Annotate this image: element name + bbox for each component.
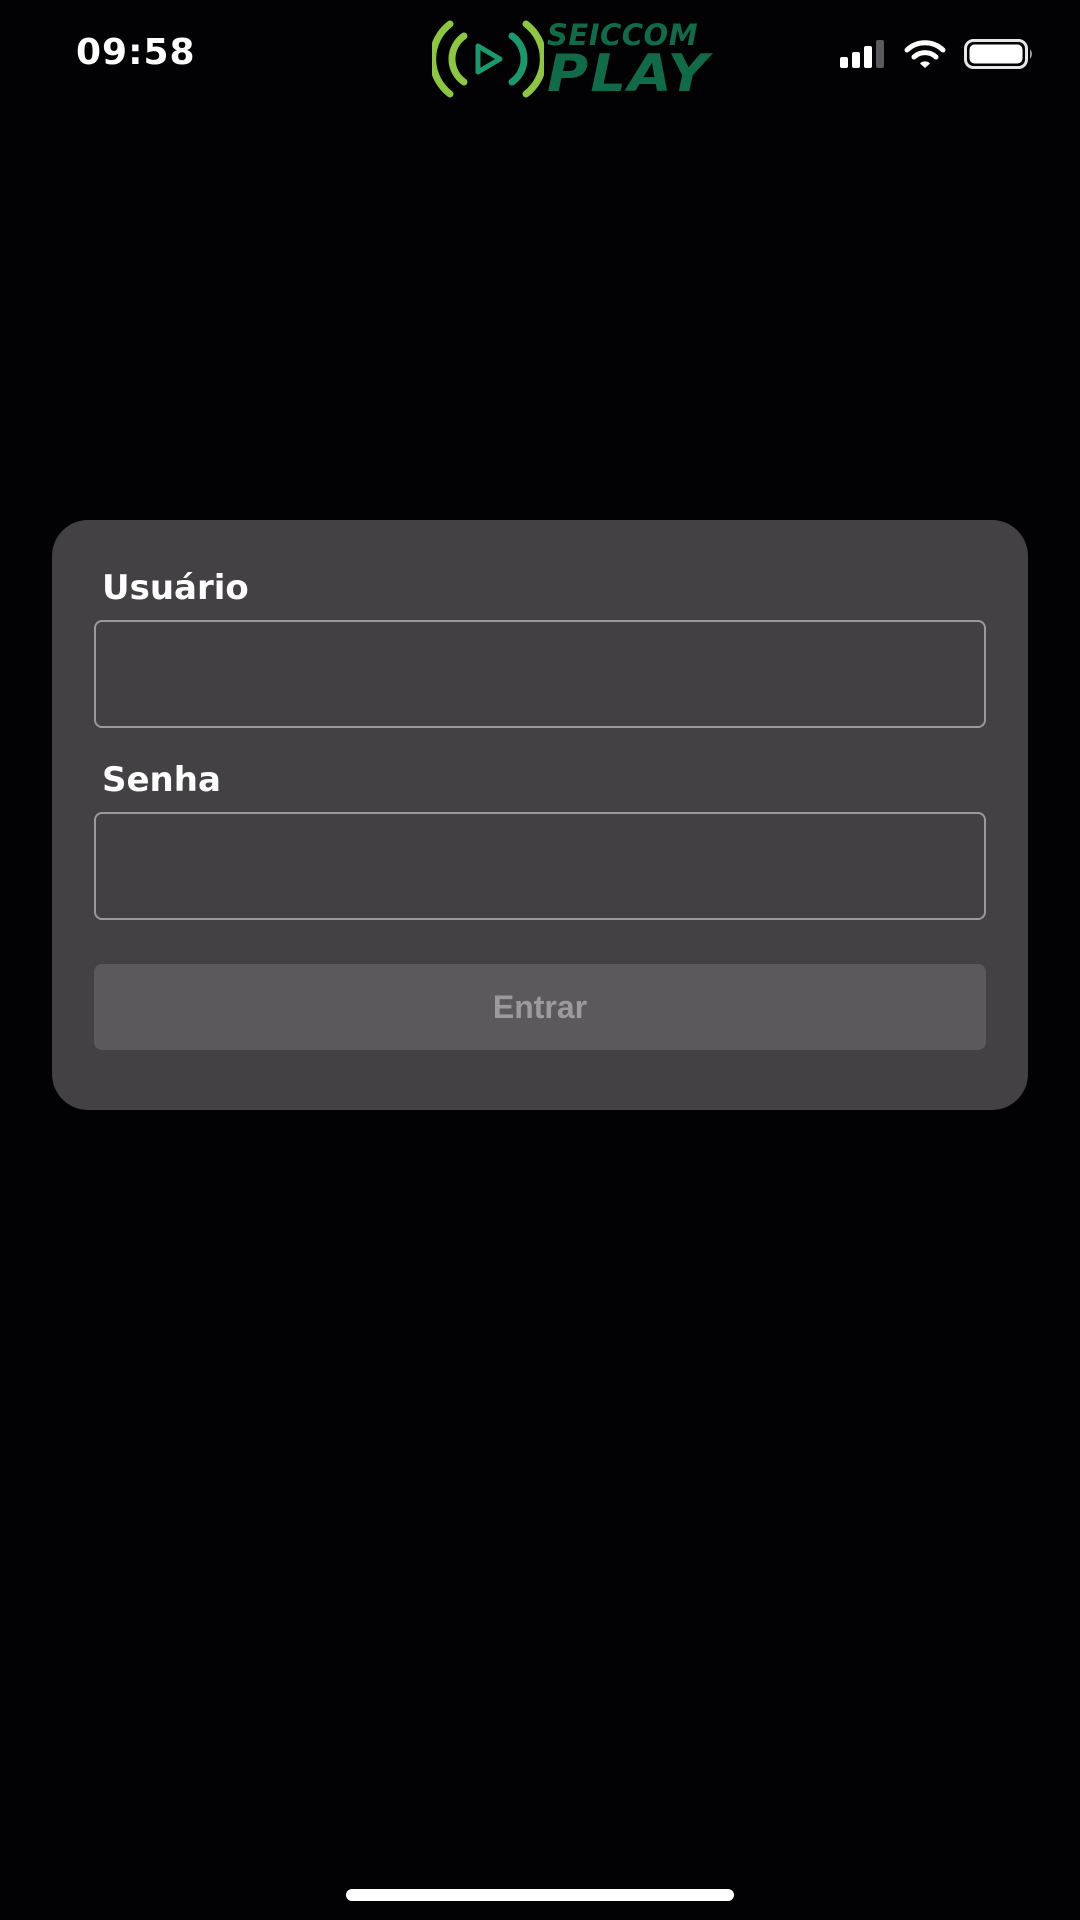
logo-wordmark: SEICCOM PLAY [547,20,722,100]
wifi-icon [904,40,946,68]
login-screen: 09:58 SEICCOM PLAY Usuário Senha Entrar [0,0,1080,1920]
status-icons [840,38,1034,70]
battery-icon [964,39,1032,69]
username-input[interactable] [94,620,986,728]
password-label: Senha [102,760,221,800]
status-time: 09:58 [76,32,196,73]
password-input[interactable] [94,812,986,920]
logo-text-play: PLAY [547,44,711,104]
login-card: Usuário Senha Entrar [52,520,1028,1110]
login-button[interactable]: Entrar [94,964,986,1050]
seiccom-play-logo: SEICCOM PLAY [432,18,722,100]
broadcast-play-icon [432,20,544,98]
home-indicator[interactable] [346,1889,734,1901]
username-label: Usuário [102,568,249,608]
cellular-signal-icon [840,40,884,68]
